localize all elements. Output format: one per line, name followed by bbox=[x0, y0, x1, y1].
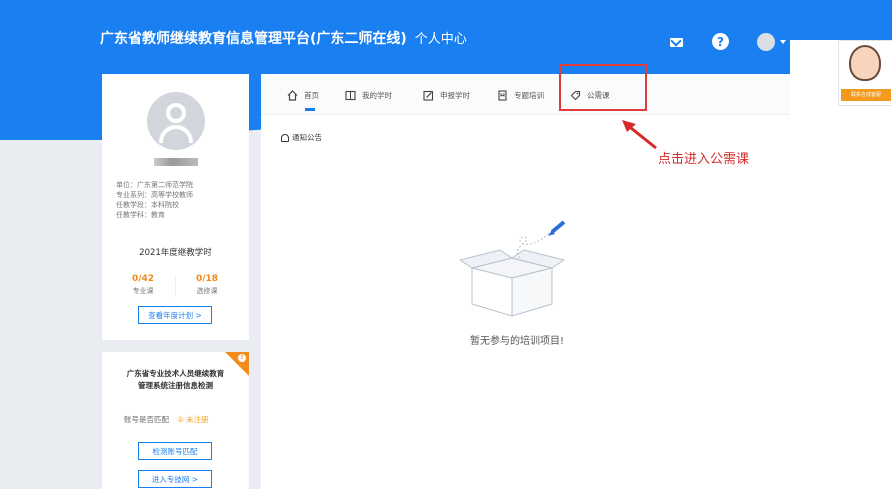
profile-info: 单位：广东第二师范学院 专业系列：高等学校教师 任教学段：本科院校 任教学科：教… bbox=[116, 180, 193, 220]
stat-label: 专业课 bbox=[132, 287, 154, 295]
username-redacted bbox=[154, 158, 198, 166]
match-status: ① 未注册 bbox=[177, 415, 209, 424]
home-icon bbox=[287, 89, 298, 101]
notice-label: 通知公告 bbox=[292, 133, 322, 142]
tab-label: 首页 bbox=[304, 90, 319, 100]
title-line: 管理系统注册信息检测 bbox=[138, 381, 213, 390]
registration-check-title: 广东省专业技术人员继续教育 管理系统注册信息检测 bbox=[102, 368, 249, 392]
tab-label: 专题培训 bbox=[514, 90, 544, 100]
customer-service-widget[interactable]: 联系在线客服 bbox=[838, 40, 892, 106]
help-icon[interactable]: ? bbox=[712, 33, 729, 50]
tab-home[interactable]: 首页 bbox=[287, 87, 319, 103]
match-label: 账号是否匹配 bbox=[124, 415, 169, 424]
bell-icon bbox=[281, 133, 289, 142]
profile-avatar bbox=[147, 92, 205, 150]
bookmark-icon bbox=[498, 89, 507, 101]
caret-down-icon bbox=[779, 40, 786, 44]
profile-card: 单位：广东第二师范学院 专业系列：高等学校教师 任教学段：本科院校 任教学科：教… bbox=[102, 74, 249, 340]
registration-check-card: ! 广东省专业技术人员继续教育 管理系统注册信息检测 账号是否匹配 ① 未注册 检… bbox=[102, 352, 249, 489]
right-margin bbox=[790, 40, 892, 489]
view-annual-plan-button[interactable]: 查看年度计划 > bbox=[138, 306, 212, 324]
customer-service-label: 联系在线客服 bbox=[841, 89, 891, 101]
agent-avatar bbox=[849, 45, 881, 81]
tab-declare-hours[interactable]: 申报学时 bbox=[423, 87, 470, 103]
tab-special-training[interactable]: 专题培训 bbox=[497, 87, 544, 103]
info-stage: 任教学段：本科院校 bbox=[116, 201, 179, 209]
book-icon bbox=[345, 90, 356, 100]
tab-label: 申报学时 bbox=[440, 90, 470, 100]
stat-value: 0/42 bbox=[131, 274, 155, 284]
account-match-row: 账号是否匹配 ① 未注册 bbox=[124, 414, 209, 425]
info-series: 专业系列：高等学校教师 bbox=[116, 191, 193, 199]
enter-zhuanji-button[interactable]: 进入专技网 > bbox=[138, 470, 212, 488]
mail-icon[interactable] bbox=[667, 33, 685, 51]
tab-my-hours[interactable]: 我的学时 bbox=[345, 87, 392, 103]
personal-center-link[interactable]: 个人中心 bbox=[415, 32, 467, 47]
site-title[interactable]: 广东省教师继续教育信息管理平台(广东二师在线) bbox=[100, 31, 407, 47]
year-hours-title: 2021年度继教学时 bbox=[139, 248, 212, 258]
stat-divider bbox=[175, 275, 176, 297]
stat-value: 0/18 bbox=[195, 274, 219, 284]
annotation-text: 点击进入公需课 bbox=[658, 152, 750, 167]
annotation-highlight-box bbox=[559, 64, 647, 111]
user-menu[interactable] bbox=[755, 33, 787, 51]
info-unit: 单位：广东第二师范学院 bbox=[116, 181, 193, 189]
tab-bar: 首页 我的学时 申报学时 专题培训 公需课 bbox=[261, 74, 790, 115]
title-line: 广东省专业技术人员继续教育 bbox=[126, 369, 225, 378]
active-tab-indicator bbox=[305, 108, 315, 111]
info-icon: ! bbox=[238, 354, 246, 362]
check-account-button[interactable]: 检测账号匹配 bbox=[138, 442, 212, 460]
stat-professional: 0/42 专业课 bbox=[118, 274, 168, 296]
tab-label: 我的学时 bbox=[362, 90, 392, 100]
info-subject: 任教学科：教育 bbox=[116, 211, 165, 219]
annotation-arrow-icon bbox=[622, 120, 657, 150]
notice-link[interactable]: 通知公告 bbox=[281, 132, 322, 143]
stat-elective: 0/18 选修课 bbox=[182, 274, 232, 296]
stat-label: 选修课 bbox=[196, 287, 218, 295]
edit-icon bbox=[423, 90, 434, 101]
user-avatar-icon bbox=[756, 33, 775, 51]
empty-box-illustration bbox=[460, 220, 566, 317]
empty-state-text: 暂无参与的培训项目! bbox=[470, 336, 565, 347]
app-title: 广东省教师继续教育信息管理平台(广东二师在线) 个人中心 bbox=[100, 28, 467, 48]
